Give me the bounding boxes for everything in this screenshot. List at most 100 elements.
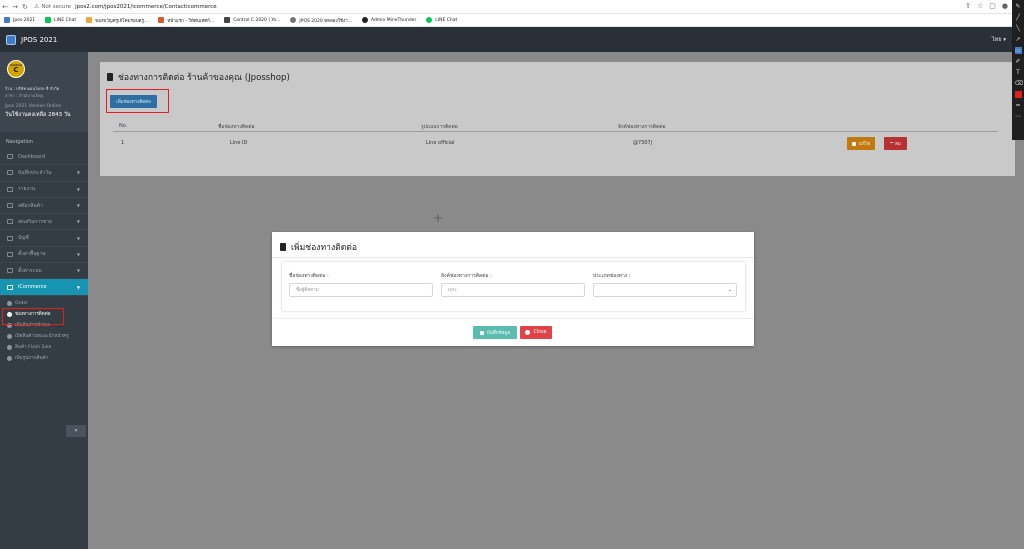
column-header-name: ชื่อช่องทางติดต่อ xyxy=(218,124,255,130)
pencil-icon xyxy=(852,141,857,146)
bookmark[interactable]: Control C 2020 | Yo... xyxy=(224,17,280,23)
cell-type: Line official xyxy=(426,140,455,146)
sidebar-item-daily[interactable]: บันทึกประจำวัน ▼ xyxy=(0,165,88,182)
eraser-icon[interactable]: ⌫ xyxy=(1015,80,1023,87)
bullet-icon xyxy=(7,301,12,306)
bookmark-icon xyxy=(4,17,10,23)
sidebar-item-reports[interactable]: รายงาน ▼ xyxy=(0,182,88,198)
bookmark-icon xyxy=(361,17,368,23)
contact-link-input[interactable] xyxy=(441,283,585,297)
pen-icon[interactable]: ✎ xyxy=(1015,3,1022,10)
bookmark-icon xyxy=(290,17,297,23)
submenu-item-product-images[interactable]: เพิ่มรูปภาพสินค้า xyxy=(0,353,88,364)
caret-down-icon: ▼ xyxy=(76,251,80,257)
highlighter-icon[interactable]: ✐ xyxy=(1015,58,1022,65)
bookmark-icon xyxy=(45,17,52,23)
column-header-link: ลิงค์ช่องทางการติดต่อ xyxy=(618,124,666,130)
divider xyxy=(272,257,754,258)
bookmark[interactable]: หน้าแรก - วิทัศนเทศก์... xyxy=(158,17,214,24)
bookmark-icon xyxy=(86,17,93,23)
url-text[interactable]: jpos2.com/jpos2021/icommerce/Contacticom… xyxy=(75,4,217,10)
forward-icon[interactable]: → xyxy=(10,3,20,11)
caret-down-icon: ▼ xyxy=(76,235,80,241)
language-selector[interactable]: ไทย ▾ xyxy=(992,36,1006,44)
bookmark[interactable]: Jpos 2021 xyxy=(4,17,35,23)
caret-down-icon: ▼ xyxy=(76,170,80,176)
bookmark[interactable]: LINE Chat xyxy=(426,17,457,23)
rectangle-icon[interactable]: ▭ xyxy=(1014,47,1022,54)
nav-heading: Navigation xyxy=(6,139,33,145)
bookmark-icon xyxy=(224,17,231,23)
calendar-icon xyxy=(7,170,13,176)
bookmark[interactable]: JPOS 2020 ทดลองใช้งา... xyxy=(290,17,352,24)
settings-icon xyxy=(7,251,13,257)
line-width-icon[interactable]: ━ xyxy=(1015,102,1022,109)
book-icon xyxy=(7,235,13,241)
channel-type-select[interactable]: ⌄ xyxy=(593,283,737,297)
edit-button[interactable]: แก้ไข xyxy=(847,137,875,150)
bookmarks-bar: Jpos 2021 LINE Chat ของขวัญครูเจ้โคมรอบค… xyxy=(0,14,1024,27)
delete-button[interactable]: ━ ลบ xyxy=(884,137,907,150)
bullet-icon xyxy=(7,345,12,350)
caret-down-icon: ▼ xyxy=(76,219,80,225)
save-icon xyxy=(479,330,484,335)
bookmark[interactable]: LINE Chat xyxy=(45,17,76,23)
line-icon[interactable]: ╲ xyxy=(1015,25,1022,32)
bookmark[interactable]: Admin MineThunder xyxy=(361,17,416,23)
sidebar-item-promotion[interactable]: ส่งเสริมการขาย ▼ xyxy=(0,214,88,231)
brush-icon[interactable]: ╱ xyxy=(1015,14,1022,21)
save-button[interactable]: บันทึกข้อมูล xyxy=(473,326,517,339)
annotation-box-add-button xyxy=(106,89,169,113)
caret-down-icon: ▼ xyxy=(76,203,80,209)
back-icon[interactable]: ← xyxy=(0,3,10,11)
not-secure-label: Not secure xyxy=(41,3,72,10)
avatar: Control C xyxy=(7,60,25,78)
box-icon xyxy=(7,203,13,209)
share-icon[interactable]: ⇪ xyxy=(965,2,971,10)
app-title: JPOS 2021 xyxy=(21,35,58,44)
contact-name-label: ชื่อช่องทางติดต่อ : xyxy=(289,273,329,279)
branch-name: สาขา : สำนักงานใหญ่ xyxy=(5,93,44,98)
more-icon[interactable]: ⋯ xyxy=(1015,113,1022,120)
table-header: No. ชื่อช่องทางติดต่อ รูปแบบการติดต่อ ลิ… xyxy=(113,122,998,132)
chevron-down-icon: ⌄ xyxy=(727,287,732,293)
sidebar-item-dashboard[interactable]: Dashboard xyxy=(0,149,88,166)
annotation-toolbar: ✎ ╱ ╲ ↗ ▭ ✐ T ⌫ ━ ⋯ xyxy=(1012,0,1024,140)
bookmark-icon xyxy=(426,17,433,23)
sidebar-item-system-settings[interactable]: ตั้งค่าระบบ ▼ xyxy=(0,263,88,280)
caret-down-icon: ▼ xyxy=(76,268,80,274)
collapse-sidebar-button[interactable]: « xyxy=(66,425,86,437)
warning-icon: ⚠ xyxy=(34,3,40,10)
sidebar-item-accounting[interactable]: บัญชี ▼ xyxy=(0,230,88,247)
page-title: ช่องทางการติดต่อ ร้านค้าของคุณ (Jposshop… xyxy=(107,70,290,84)
sidebar-item-icommerce[interactable]: iCommerce ▼ xyxy=(0,279,88,296)
reload-icon[interactable]: ↻ xyxy=(20,3,30,11)
bookmark[interactable]: ของขวัญครูเจ้โคมรอบครู... xyxy=(86,17,148,24)
minus-icon: ━ xyxy=(890,141,894,146)
submenu-item-flash-sale[interactable]: สินค้า Flash Sale xyxy=(0,342,88,353)
column-header-no: No. xyxy=(119,123,128,129)
star-icon[interactable]: ☆ xyxy=(977,2,983,10)
cursor-crosshair-icon: + xyxy=(433,211,444,225)
wrench-icon xyxy=(7,268,13,274)
profile-icon[interactable]: ● xyxy=(1002,2,1008,10)
close-button[interactable]: Close xyxy=(520,326,552,339)
arrow-icon[interactable]: ↗ xyxy=(1015,36,1022,43)
modal-title: เพิ่มช่องทางติดต่อ xyxy=(280,240,357,254)
window-icon[interactable]: ▢ xyxy=(989,2,996,10)
sidebar-item-basic-settings[interactable]: ตั้งค่าพื้นฐาน ▼ xyxy=(0,247,88,264)
sidebar-item-stock[interactable]: สต๊อกสินค้า ▼ xyxy=(0,198,88,215)
phone-icon xyxy=(7,284,13,290)
annotation-box-sidebar xyxy=(2,308,64,325)
divider xyxy=(272,318,754,319)
color-swatch[interactable] xyxy=(1014,91,1022,98)
bookmark-icon xyxy=(158,17,165,23)
bullet-icon xyxy=(7,356,12,361)
address-bar[interactable]: ⚠ Not secure jpos2.com/jpos2021/icommerc… xyxy=(34,3,217,10)
contact-name-input[interactable] xyxy=(289,283,433,297)
tag-icon xyxy=(7,219,13,225)
caret-down-icon: ▼ xyxy=(76,284,80,290)
report-icon xyxy=(7,186,13,192)
submenu-item-recommended[interactable]: เปิดสินค้าบทแนะนำหน้าครู xyxy=(0,331,88,342)
text-icon[interactable]: T xyxy=(1015,69,1022,76)
